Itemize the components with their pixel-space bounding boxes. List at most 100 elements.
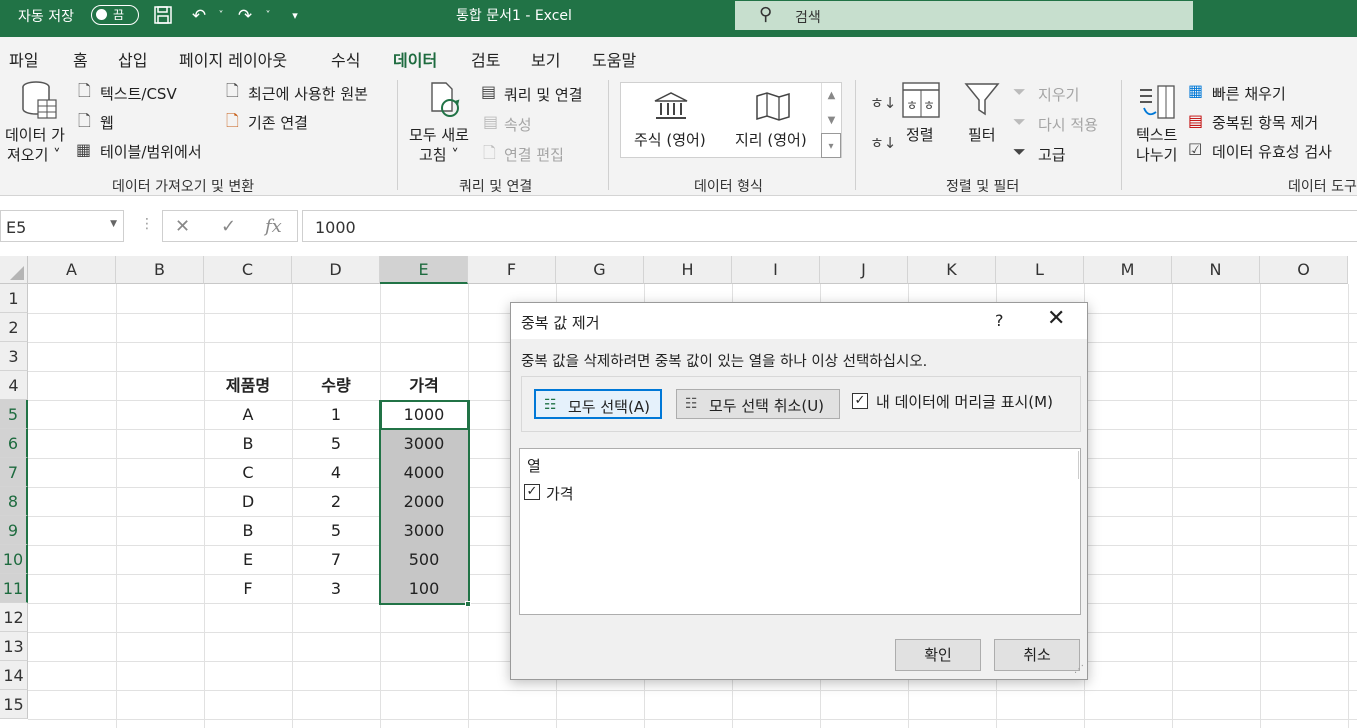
sort-az-icon[interactable]: ㅎ↓ [870,92,896,113]
row-header-4[interactable]: 4 [0,371,28,400]
tab-review[interactable]: 검토 [471,47,500,71]
row-header-15[interactable]: 15 [0,690,28,719]
row-header-12[interactable]: 12 [0,603,28,632]
from-web-button[interactable]: 웹 [100,112,114,133]
text-to-columns-label-2[interactable]: 나누기 [1136,144,1177,165]
headers-checkbox-label[interactable]: 내 데이터에 머리글 표시(M) [876,391,1053,412]
gallery-scroll-up-icon[interactable]: ▲ [821,83,841,108]
close-icon[interactable]: ✕ [1047,306,1065,331]
column-header-c[interactable]: C [204,256,292,284]
unselect-all-button[interactable]: ☷ 모두 선택 취소(U) [676,389,840,419]
existing-connections-button[interactable]: 기존 연결 [248,112,308,133]
resize-grip-icon[interactable]: ⋰ [1074,664,1084,675]
queries-connections-button[interactable]: 쿼리 및 연결 [504,84,583,105]
column-checkbox[interactable]: ✓ [524,484,540,500]
column-header-d[interactable]: D [292,256,380,284]
name-box[interactable]: E5 ▼ [0,210,124,242]
insert-function-icon[interactable]: fx [265,216,282,237]
column-header-n[interactable]: N [1172,256,1260,284]
get-data-label-2[interactable]: 져오기 ˅ [7,144,61,165]
search-box[interactable]: ⚲ 검색 [735,1,1193,30]
autosave-toggle[interactable]: 끔 [91,5,139,25]
table-cell[interactable]: B [204,429,292,458]
table-cell[interactable]: 3 [292,574,380,603]
tab-home[interactable]: 홈 [73,47,88,71]
properties-button[interactable]: 속성 [504,114,532,135]
text-to-columns-label-1[interactable]: 텍스트 [1136,124,1177,145]
tab-insert[interactable]: 삽입 [118,47,147,71]
stocks-button[interactable]: 주식 (영어) [634,129,706,150]
row-header-8[interactable]: 8 [0,487,28,516]
tab-help[interactable]: 도움말 [592,47,636,71]
row-header-11[interactable]: 11 [0,574,28,603]
get-data-label-1[interactable]: 데이터 가 [5,124,65,145]
table-cell[interactable]: C [204,458,292,487]
customize-toolbar-icon[interactable]: ▾ [284,5,306,27]
refresh-all-label-1[interactable]: 모두 새로 [409,124,469,145]
table-cell[interactable]: 4 [292,458,380,487]
tab-page-layout[interactable]: 페이지 레이아웃 [179,47,287,71]
confirm-entry-icon[interactable]: ✓ [221,216,236,237]
headers-checkbox[interactable]: ✓ [852,393,868,409]
gallery-scroll-down-icon[interactable]: ▼ [821,108,841,133]
edit-links-button[interactable]: 연결 편집 [504,144,564,165]
name-box-dropdown-icon[interactable]: ▼ [110,219,117,229]
row-header-1[interactable]: 1 [0,284,28,313]
column-label[interactable]: 가격 [546,483,574,504]
table-cell[interactable]: E [204,545,292,574]
filter-button[interactable]: 필터 [968,124,996,145]
header-quantity[interactable]: 수량 [292,371,380,400]
column-header-b[interactable]: B [116,256,204,284]
select-all-button[interactable]: ☷ 모두 선택(A) [534,389,662,419]
data-validation-button[interactable]: 데이터 유효성 검사 [1212,141,1332,162]
tab-formulas[interactable]: 수식 [331,47,360,71]
row-header-5[interactable]: 5 [0,400,28,429]
column-header-j[interactable]: J [820,256,908,284]
gallery-more-icon[interactable]: ▾ [821,133,841,158]
row-header-7[interactable]: 7 [0,458,28,487]
row-header-2[interactable]: 2 [0,313,28,342]
table-cell[interactable]: 2 [292,487,380,516]
flash-fill-button[interactable]: 빠른 채우기 [1212,83,1286,104]
column-header-m[interactable]: M [1084,256,1172,284]
table-cell[interactable]: A [204,400,292,429]
undo-icon[interactable]: ↶ [188,5,210,27]
reapply-button[interactable]: 다시 적용 [1038,114,1098,135]
redo-icon[interactable]: ↷ [234,5,256,27]
row-header-3[interactable]: 3 [0,342,28,371]
column-header-a[interactable]: A [28,256,116,284]
select-all-corner[interactable] [0,256,28,284]
row-header-13[interactable]: 13 [0,632,28,661]
header-price[interactable]: 가격 [380,371,468,400]
formula-input[interactable]: 1000 [302,210,1357,242]
row-header-6[interactable]: 6 [0,429,28,458]
table-cell[interactable]: F [204,574,292,603]
tab-data[interactable]: 데이터 [393,47,438,78]
sort-za-icon[interactable]: ㅎ↓ [870,132,896,153]
from-text-csv-button[interactable]: 텍스트/CSV [100,83,177,104]
table-cell[interactable]: 5 [292,516,380,545]
table-cell[interactable]: 7 [292,545,380,574]
geography-button[interactable]: 지리 (영어) [735,129,807,150]
ok-button[interactable]: 확인 [895,639,981,671]
sort-button[interactable]: 정렬 [906,124,934,145]
column-header-i[interactable]: I [732,256,820,284]
from-table-range-button[interactable]: 테이블/범위에서 [100,141,202,162]
remove-duplicates-button[interactable]: 중복된 항목 제거 [1212,112,1318,133]
tab-file[interactable]: 파일 [9,47,38,71]
row-header-10[interactable]: 10 [0,545,28,574]
column-header-o[interactable]: O [1260,256,1348,284]
recent-sources-button[interactable]: 최근에 사용한 원본 [248,83,368,104]
undo-dropdown-icon[interactable]: ˅ [210,5,232,27]
header-product-name[interactable]: 제품명 [204,371,292,400]
table-cell[interactable]: D [204,487,292,516]
redo-dropdown-icon[interactable]: ˅ [257,5,279,27]
clear-button[interactable]: 지우기 [1038,84,1079,105]
cancel-button[interactable]: 취소 [994,639,1080,671]
column-header-k[interactable]: K [908,256,996,284]
help-icon[interactable]: ? [995,311,1004,330]
table-cell[interactable]: 1 [292,400,380,429]
table-cell[interactable]: 5 [292,429,380,458]
column-header-l[interactable]: L [996,256,1084,284]
fill-handle[interactable] [465,601,471,607]
